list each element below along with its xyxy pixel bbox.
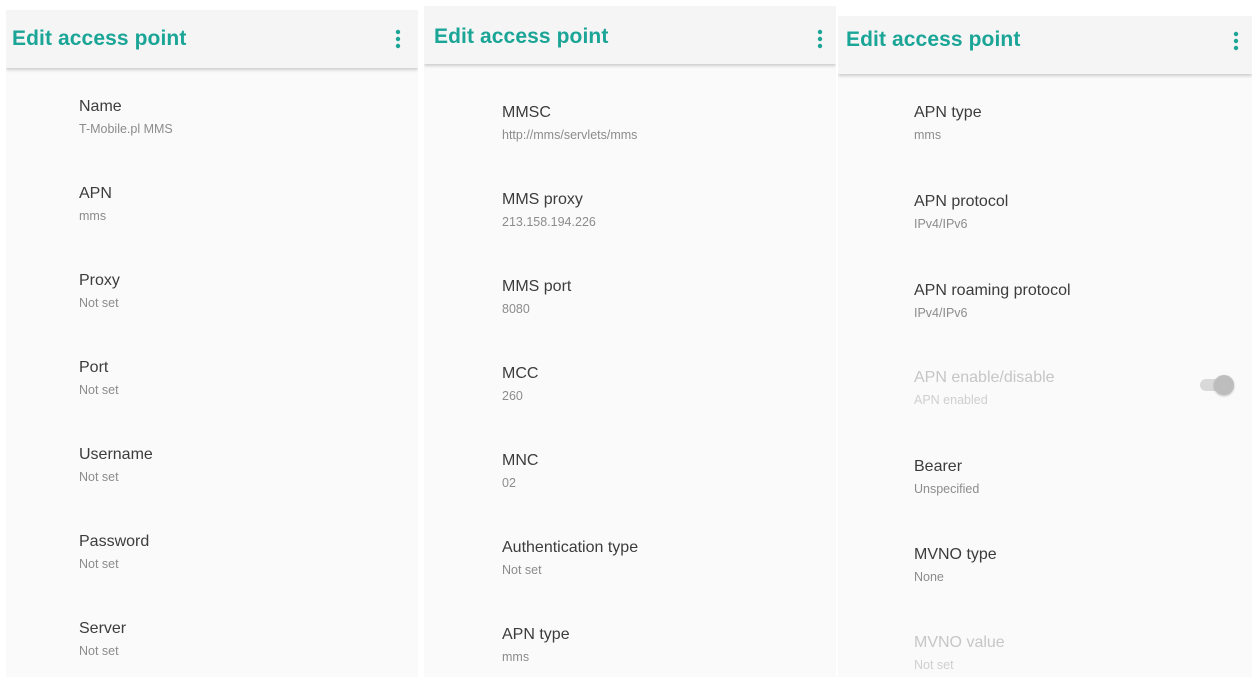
pref-username[interactable]: Username Not set (6, 416, 418, 503)
pref-apn-roaming-protocol[interactable]: APN roaming protocol IPv4/IPv6 (838, 252, 1252, 339)
pref-mvno-type[interactable]: MVNO type None (838, 516, 1252, 603)
pref-summary: APN enabled (914, 393, 988, 407)
pref-title: MMS proxy (502, 191, 583, 208)
pref-bearer[interactable]: Bearer Unspecified (838, 428, 1252, 515)
pref-apn-type[interactable]: APN type mms (838, 74, 1252, 161)
preference-list: MMSC http://mms/servlets/mms MMS proxy 2… (424, 64, 836, 677)
pref-title: MNC (502, 452, 539, 469)
pref-summary: 260 (502, 389, 523, 403)
pref-title: APN enable/disable (914, 369, 1055, 386)
pref-title: Username (79, 446, 153, 463)
app-bar: Edit access point (838, 16, 1252, 74)
settings-screen-3: Edit access point APN type mms APN proto… (838, 16, 1252, 677)
settings-screen-1: Edit access point Name T-Mobile.pl MMS A… (6, 10, 418, 677)
pref-summary: IPv4/IPv6 (914, 217, 968, 231)
apn-enabled-switch (1198, 375, 1234, 395)
pref-summary: 8080 (502, 302, 530, 316)
pref-summary: mms (914, 128, 942, 142)
pref-title: MMS port (502, 278, 572, 295)
pref-summary: T-Mobile.pl MMS (79, 122, 173, 136)
page-title: Edit access point (846, 28, 1021, 51)
pref-authentication-type[interactable]: Authentication type Not set (424, 509, 836, 596)
pref-mms-port[interactable]: MMS port 8080 (424, 248, 836, 335)
pref-title: Name (79, 98, 122, 115)
pref-title: MVNO value (914, 634, 1005, 651)
pref-summary: Not set (79, 470, 119, 484)
preference-list: Name T-Mobile.pl MMS APN mms Proxy Not s… (6, 68, 418, 677)
pref-summary: Not set (914, 658, 954, 672)
pref-summary: mms (79, 209, 107, 223)
pref-summary: Not set (79, 383, 119, 397)
pref-title: Authentication type (502, 539, 639, 556)
pref-apn-enable-disable: APN enable/disable APN enabled (838, 339, 1252, 426)
pref-title: APN roaming protocol (914, 282, 1071, 299)
pref-summary: Unspecified (914, 482, 980, 496)
pref-title: MVNO type (914, 546, 997, 563)
pref-title: APN type (914, 104, 982, 121)
pref-title: Bearer (914, 458, 963, 475)
pref-summary: http://mms/servlets/mms (502, 128, 638, 142)
settings-screen-2: Edit access point MMSC http://mms/servle… (424, 6, 836, 677)
pref-summary: IPv4/IPv6 (914, 306, 968, 320)
pref-server[interactable]: Server Not set (6, 590, 418, 677)
pref-summary: Not set (79, 644, 119, 658)
pref-summary: Not set (79, 557, 119, 571)
pref-summary: 213.158.194.226 (502, 215, 596, 229)
pref-name[interactable]: Name T-Mobile.pl MMS (6, 68, 418, 155)
pref-apn[interactable]: APN mms (6, 155, 418, 242)
page-title: Edit access point (434, 25, 609, 48)
pref-mmsc[interactable]: MMSC http://mms/servlets/mms (424, 74, 836, 161)
more-vert-icon[interactable] (390, 26, 406, 52)
pref-summary: mms (502, 650, 530, 664)
pref-title: Server (79, 620, 127, 637)
more-vert-icon[interactable] (1228, 28, 1244, 54)
pref-summary: 02 (502, 476, 516, 490)
pref-apn-protocol[interactable]: APN protocol IPv4/IPv6 (838, 163, 1252, 250)
pref-apn-type[interactable]: APN type mms (424, 596, 836, 677)
more-vert-icon[interactable] (812, 26, 828, 52)
pref-title: APN (79, 185, 112, 202)
pref-title: APN type (502, 626, 570, 643)
pref-mvno-value: MVNO value Not set (838, 604, 1252, 677)
pref-summary: Not set (502, 563, 542, 577)
pref-mnc[interactable]: MNC 02 (424, 422, 836, 509)
screenshot-collage: Edit access point Name T-Mobile.pl MMS A… (0, 0, 1252, 677)
pref-mcc[interactable]: MCC 260 (424, 335, 836, 422)
page-title: Edit access point (12, 27, 187, 50)
pref-summary: Not set (79, 296, 119, 310)
app-bar: Edit access point (424, 6, 836, 64)
preference-list: APN type mms APN protocol IPv4/IPv6 APN … (838, 74, 1252, 677)
pref-proxy[interactable]: Proxy Not set (6, 242, 418, 329)
pref-title: Port (79, 359, 109, 376)
pref-port[interactable]: Port Not set (6, 329, 418, 416)
pref-password[interactable]: Password Not set (6, 503, 418, 590)
pref-mms-proxy[interactable]: MMS proxy 213.158.194.226 (424, 161, 836, 248)
pref-title: MMSC (502, 104, 551, 121)
pref-title: Proxy (79, 272, 120, 289)
switch-thumb (1214, 375, 1234, 395)
pref-title: Password (79, 533, 150, 550)
app-bar: Edit access point (6, 10, 418, 68)
pref-title: APN protocol (914, 193, 1009, 210)
pref-summary: None (914, 570, 944, 584)
pref-title: MCC (502, 365, 539, 382)
